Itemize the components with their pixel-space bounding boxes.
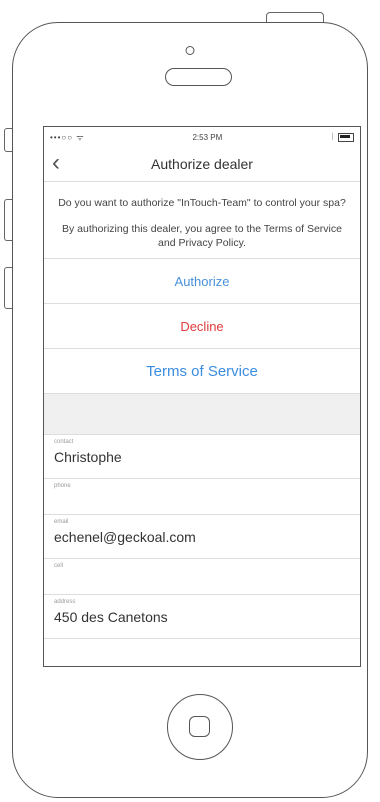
cell-field[interactable]: cell [44,559,360,595]
battery-icon: ᛁ [330,132,354,142]
contact-value: Christophe [54,449,122,465]
navigation-bar: ‹ Authorize dealer [44,147,360,182]
app-screen: •••○○ ᯤ 2:53 PM ᛁ ‹ Authorize dealer Do … [43,126,361,667]
section-divider [44,393,360,435]
terms-notice: By authorizing this dealer, you agree to… [62,223,342,249]
home-button[interactable] [167,694,233,760]
contact-field[interactable]: contact Christophe [44,435,360,479]
authorization-question: Do you want to authorize "InTouch-Team" … [58,197,346,209]
status-bar: •••○○ ᯤ 2:53 PM ᛁ [44,127,360,147]
authorize-button[interactable]: Authorize [44,258,360,303]
decline-button[interactable]: Decline [44,303,360,348]
mute-switch [4,128,12,152]
address-field[interactable]: address 450 des Canetons [44,595,360,639]
earpiece-speaker [165,68,232,86]
power-button [266,12,324,22]
email-label: email [54,519,69,525]
authorization-prompt: Do you want to authorize "InTouch-Team" … [44,182,360,258]
phone-field[interactable]: phone [44,479,360,515]
email-field[interactable]: email echenel@geckoal.com [44,515,360,559]
volume-down-button [4,267,12,309]
phone-label: phone [54,483,71,489]
terms-of-service-link[interactable]: Terms of Service [44,348,360,393]
cell-label: cell [54,563,64,569]
contact-label: contact [54,439,74,445]
page-title: Authorize dealer [151,156,253,172]
address-value: 450 des Canetons [54,609,168,625]
status-time: 2:53 PM [192,132,223,142]
home-button-icon [189,716,210,737]
volume-up-button [4,199,12,241]
chevron-left-icon[interactable]: ‹ [52,151,60,175]
signal-indicator: •••○○ ᯤ [50,132,85,142]
address-label: address [54,599,76,605]
email-value: echenel@geckoal.com [54,529,196,545]
front-camera [185,46,195,55]
